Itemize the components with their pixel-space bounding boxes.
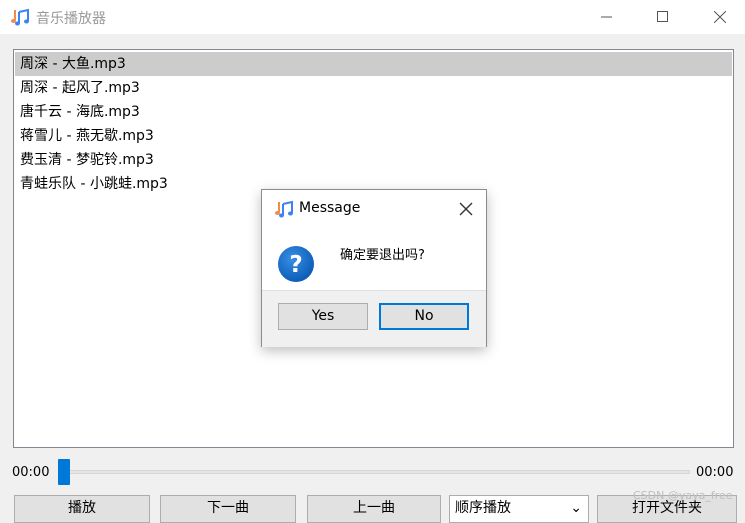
music-note-icon [11, 8, 29, 26]
list-item[interactable]: 周深 - 大鱼.mp3 [15, 52, 732, 76]
playlist-items: 周深 - 大鱼.mp3 周深 - 起风了.mp3 唐千云 - 海底.mp3 蒋雪… [14, 50, 733, 198]
dialog-message: 确定要退出吗? [340, 248, 425, 263]
play-mode-value: 顺序播放 [455, 500, 511, 516]
music-note-icon [275, 200, 293, 218]
dialog-title: Message [299, 200, 361, 216]
yes-button[interactable]: Yes [278, 303, 368, 330]
list-item[interactable]: 唐千云 - 海底.mp3 [15, 100, 732, 124]
chevron-down-icon: ⌄ [570, 500, 582, 516]
dialog-footer: Yes No [262, 290, 486, 347]
question-icon: ? [278, 246, 314, 282]
close-button[interactable] [697, 0, 743, 34]
next-track-button[interactable]: 下一曲 [160, 495, 296, 523]
close-icon [459, 202, 473, 216]
list-item[interactable]: 周深 - 起风了.mp3 [15, 76, 732, 100]
total-time: 00:00 [696, 465, 734, 480]
minimize-icon [601, 16, 612, 18]
play-button[interactable]: 播放 [14, 495, 150, 523]
title-bar: 音乐播放器 [0, 0, 745, 34]
maximize-icon [657, 11, 668, 22]
play-mode-select[interactable]: 顺序播放 ⌄ [449, 495, 589, 523]
maximize-button[interactable] [640, 0, 686, 34]
window-title: 音乐播放器 [36, 11, 106, 27]
watermark: CSDN @yaya_free [633, 489, 733, 502]
close-icon [714, 11, 726, 23]
dialog-close-button[interactable] [456, 199, 476, 219]
previous-track-button[interactable]: 上一曲 [307, 495, 441, 523]
list-item[interactable]: 费玉清 - 梦驼铃.mp3 [15, 148, 732, 172]
minimize-button[interactable] [584, 0, 630, 34]
confirm-exit-dialog: Message ? 确定要退出吗? Yes No [261, 189, 487, 347]
svg-text:?: ? [289, 252, 302, 278]
progress-slider-thumb[interactable] [58, 459, 70, 485]
current-time: 00:00 [12, 465, 50, 480]
progress-slider-track[interactable] [58, 470, 690, 474]
no-button[interactable]: No [379, 303, 469, 330]
list-item[interactable]: 蒋雪儿 - 燕无歇.mp3 [15, 124, 732, 148]
